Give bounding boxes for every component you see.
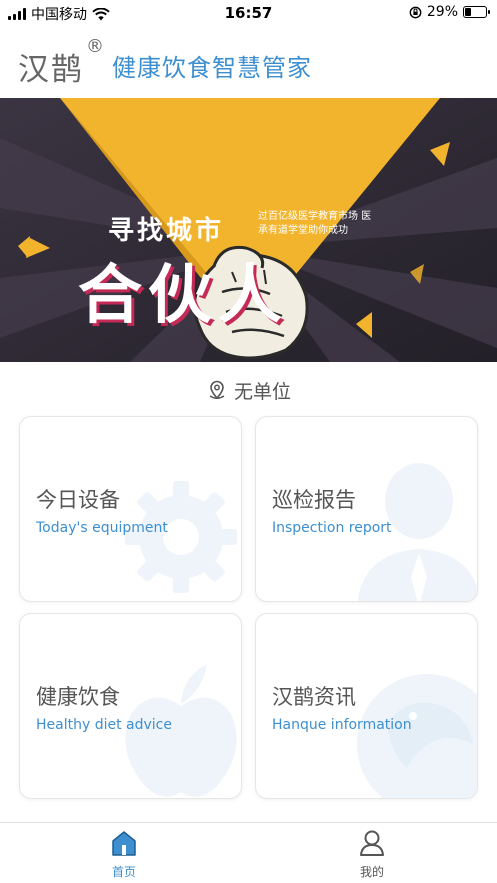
location-label: 无单位 xyxy=(233,380,291,403)
card-title: 健康饮食 xyxy=(36,685,120,709)
tab-mine[interactable]: 我的 xyxy=(332,829,412,880)
tab-label: 首页 xyxy=(111,865,136,879)
card-subtitle: Hanque information xyxy=(272,717,412,733)
card-title: 今日设备 xyxy=(36,488,120,512)
card-hanque-information[interactable]: 汉鹊资讯 Hanque information xyxy=(255,613,478,799)
battery-percent: 29% xyxy=(426,4,458,20)
promo-banner[interactable]: 寻找城市 过百亿级医学教育市场 医承有道学堂助你成功 合伙人 xyxy=(0,98,497,362)
user-icon xyxy=(360,830,384,856)
card-title: 巡检报告 xyxy=(272,488,356,512)
tab-label: 我的 xyxy=(359,865,384,879)
app-header: 汉鹊 ® 健康饮食智慧管家 xyxy=(0,26,497,98)
bottom-tab-bar: 首页 我的 xyxy=(0,822,497,883)
banner-subline: 过百亿级医学教育市场 医承有道学堂助你成功 xyxy=(258,211,372,236)
registered-mark: ® xyxy=(86,36,104,57)
banner-main-text: 合伙人 xyxy=(78,259,288,333)
brand-name: 汉鹊 xyxy=(18,52,84,88)
home-icon xyxy=(112,831,136,856)
app-tagline: 健康饮食智慧管家 xyxy=(112,54,312,82)
status-bar: 中国移动 16:57 29% xyxy=(0,0,497,26)
card-subtitle: Healthy diet advice xyxy=(36,717,172,733)
card-today-equipment[interactable]: 今日设备 Today's equipment xyxy=(19,416,242,602)
banner-headline: 寻找城市 xyxy=(108,216,225,246)
card-subtitle: Today's equipment xyxy=(36,520,168,536)
battery-icon xyxy=(463,6,490,18)
tab-home[interactable]: 首页 xyxy=(84,829,164,880)
card-subtitle: Inspection report xyxy=(272,520,392,536)
orientation-lock-icon xyxy=(409,6,422,18)
card-title: 汉鹊资讯 xyxy=(272,685,356,709)
card-healthy-diet[interactable]: 健康饮食 Healthy diet advice xyxy=(19,613,242,799)
status-right: 29% xyxy=(409,4,490,20)
location-pin-icon xyxy=(209,380,225,400)
card-inspection-report[interactable]: 巡检报告 Inspection report xyxy=(255,416,478,602)
location-row[interactable]: 无单位 xyxy=(0,372,497,408)
